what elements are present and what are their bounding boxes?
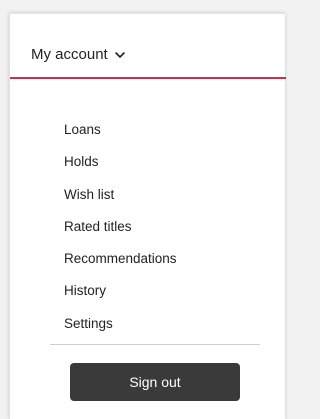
chevron-down-icon — [114, 48, 126, 60]
menu-item-loans[interactable]: Loans — [64, 118, 177, 150]
menu-item-holds[interactable]: Holds — [64, 150, 177, 182]
menu-item-wish-list[interactable]: Wish list — [64, 183, 177, 215]
my-account-label: My account — [31, 45, 108, 63]
menu-item-history[interactable]: History — [64, 279, 177, 311]
menu-item-recommendations[interactable]: Recommendations — [64, 247, 177, 279]
account-menu: Loans Holds Wish list Rated titles Recom… — [64, 118, 177, 344]
menu-item-rated-titles[interactable]: Rated titles — [64, 215, 177, 247]
menu-divider — [50, 344, 260, 345]
my-account-toggle[interactable]: My account — [31, 41, 126, 67]
accent-divider — [10, 77, 286, 79]
sign-out-button[interactable]: Sign out — [70, 363, 240, 401]
account-dropdown-panel: My account Loans Holds Wish list Rated t… — [9, 13, 286, 419]
menu-item-settings[interactable]: Settings — [64, 312, 177, 344]
